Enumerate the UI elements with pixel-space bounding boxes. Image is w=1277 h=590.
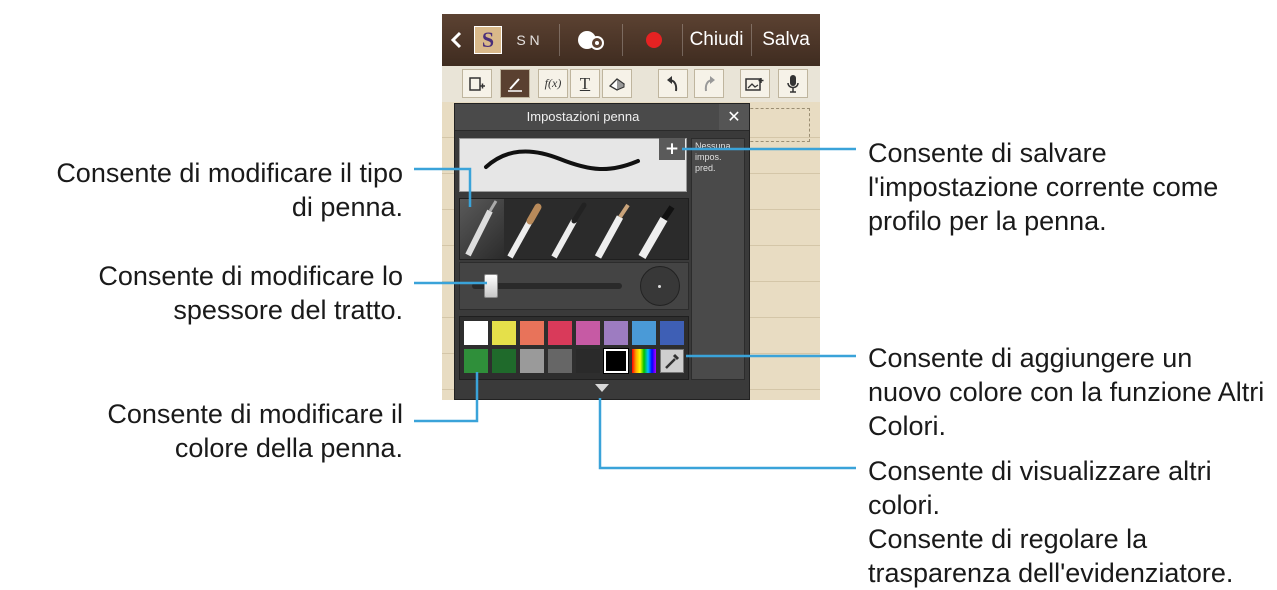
callout-lines bbox=[414, 147, 856, 470]
